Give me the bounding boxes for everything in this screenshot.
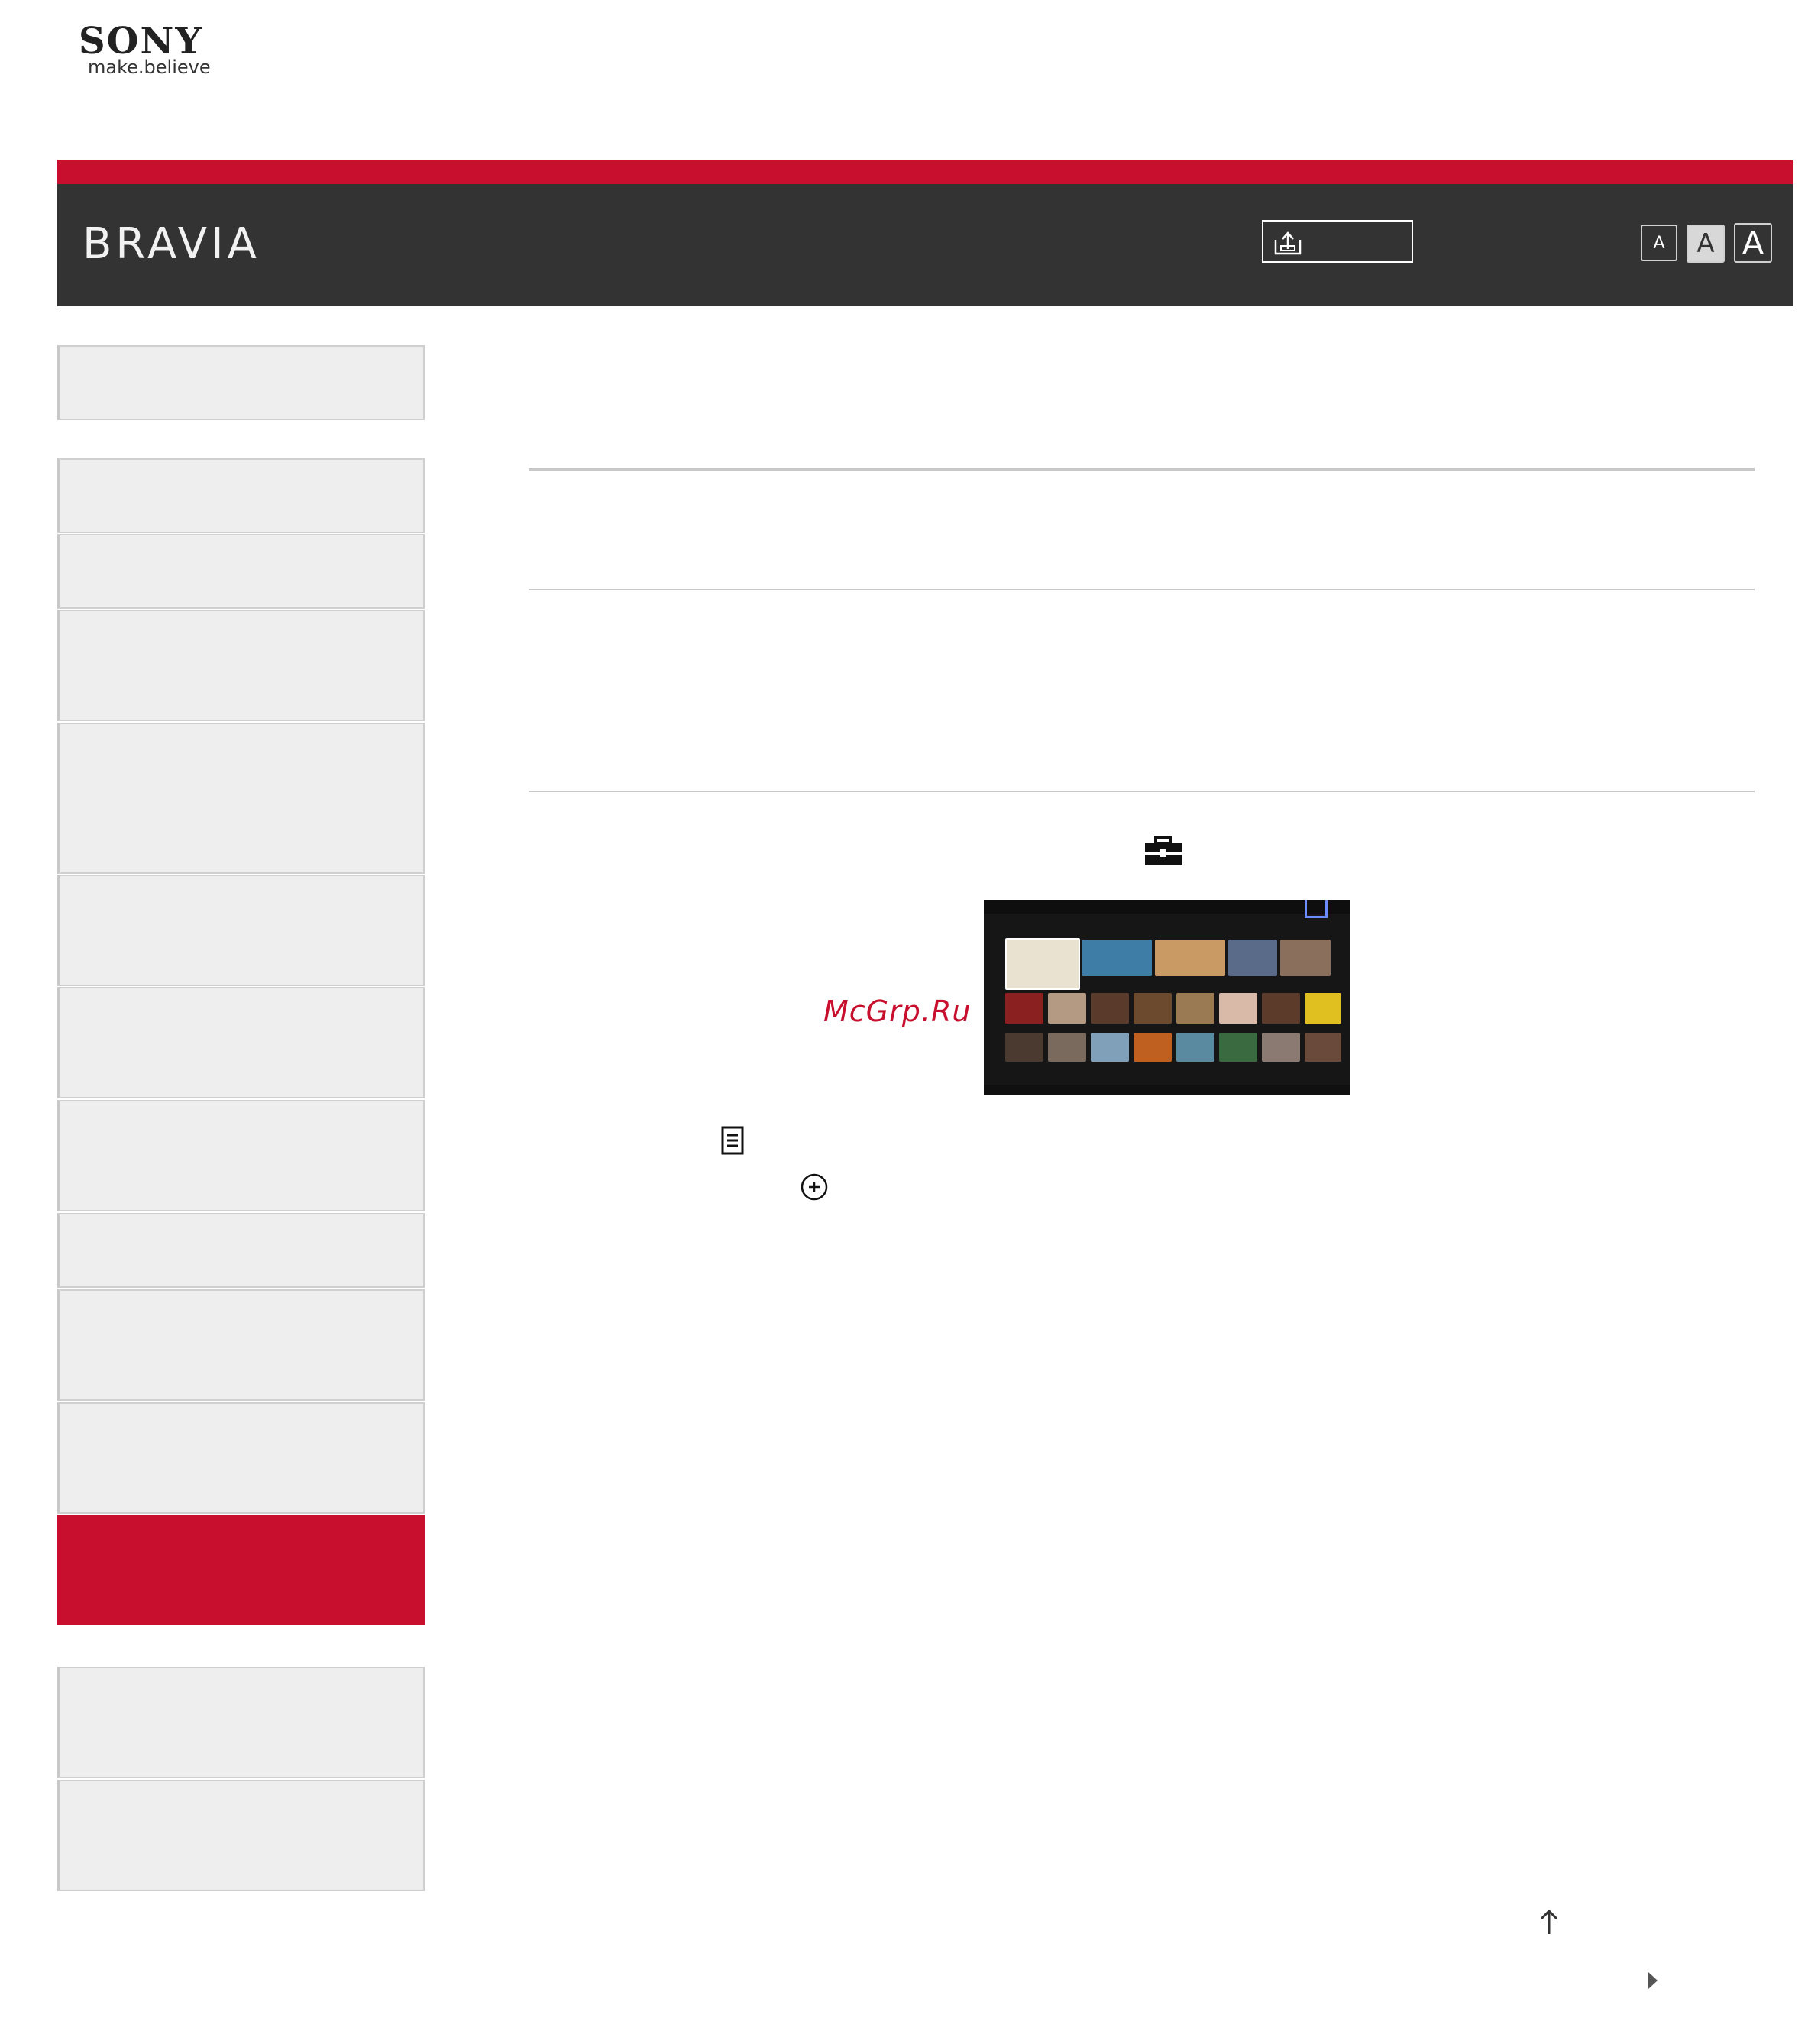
section-divider-3	[529, 791, 1755, 792]
toolbox-icon	[1145, 836, 1182, 865]
print-button[interactable]	[1262, 220, 1413, 263]
sidebar-item-12-active[interactable]	[57, 1515, 425, 1625]
header-bar	[57, 184, 1793, 306]
sidebar-item-11[interactable]	[57, 1402, 425, 1514]
sidebar-item-9[interactable]	[57, 1213, 425, 1288]
sidebar-item-14[interactable]	[57, 1780, 425, 1891]
options-icon	[721, 1126, 744, 1155]
sony-tagline: make.believe	[88, 57, 211, 78]
print-icon	[1274, 231, 1302, 255]
font-size-large-button[interactable]: A	[1734, 223, 1772, 263]
tv-home-menu-screenshot	[984, 900, 1350, 1095]
watermark: McGrp.Ru	[823, 995, 972, 1028]
enter-icon	[801, 1173, 828, 1201]
sidebar-item-1[interactable]	[57, 345, 425, 420]
header-accent-bar	[57, 160, 1793, 184]
sidebar-item-2[interactable]	[57, 458, 425, 533]
sidebar-item-10[interactable]	[57, 1289, 425, 1401]
sidebar-item-8[interactable]	[57, 1100, 425, 1211]
next-page-icon[interactable]	[1645, 1971, 1661, 1991]
sidebar-item-3[interactable]	[57, 534, 425, 609]
tv-tools-focus-highlight	[1305, 900, 1328, 918]
section-divider-2	[529, 589, 1755, 590]
sidebar-item-13[interactable]	[57, 1667, 425, 1778]
sidebar-item-4[interactable]	[57, 610, 425, 721]
section-divider-1	[529, 468, 1755, 471]
sidebar-item-6[interactable]	[57, 875, 425, 986]
sidebar-item-5[interactable]	[57, 723, 425, 874]
arrow-up-icon[interactable]	[1538, 1908, 1560, 1936]
sidebar-item-7[interactable]	[57, 987, 425, 1098]
font-size-medium-button[interactable]: A	[1687, 225, 1725, 263]
font-size-small-button[interactable]: A	[1641, 225, 1677, 261]
page-title: BRAVIA	[82, 219, 260, 269]
